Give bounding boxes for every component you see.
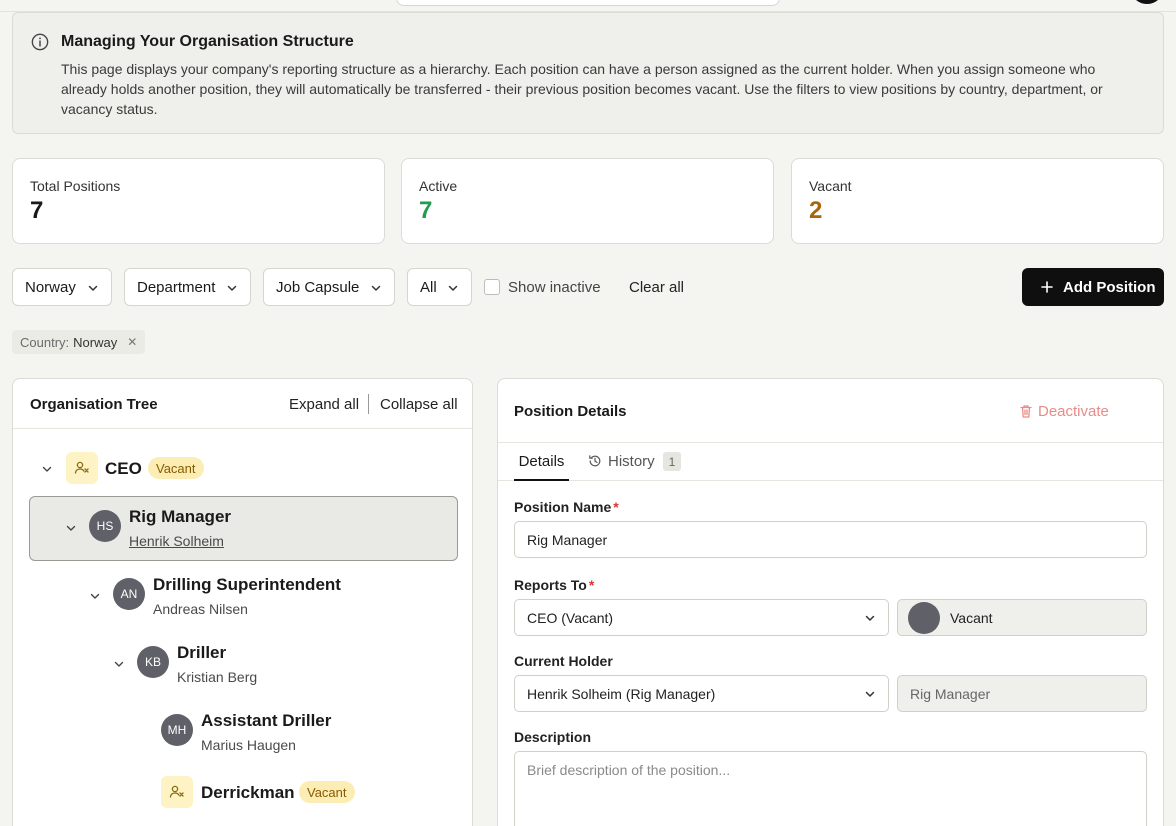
stat-value: 7 xyxy=(30,197,44,224)
trash-icon xyxy=(1020,405,1032,418)
stat-active: Active 7 xyxy=(401,158,774,244)
avatar: KB xyxy=(137,646,169,678)
info-title: Managing Your Organisation Structure xyxy=(61,33,354,50)
organisation-tree-panel: Organisation Tree Expand all Collapse al… xyxy=(12,378,473,826)
current-holder-value: Henrik Solheim (Rig Manager) xyxy=(527,685,716,702)
status-filter[interactable]: All xyxy=(407,268,472,306)
chevron-down-icon[interactable] xyxy=(65,522,77,534)
show-inactive-label[interactable]: Show inactive xyxy=(508,279,601,296)
description-textarea[interactable]: Brief description of the position... xyxy=(514,751,1147,826)
clear-all-button[interactable]: Clear all xyxy=(629,279,684,296)
country-filter[interactable]: Norway xyxy=(12,268,112,306)
collapse-all-button[interactable]: Collapse all xyxy=(380,396,458,413)
current-holder-select[interactable]: Henrik Solheim (Rig Manager) xyxy=(514,675,889,712)
chevron-down-icon xyxy=(227,285,237,291)
reports-to-label: Reports To * xyxy=(514,577,595,593)
node-name: Driller xyxy=(177,643,227,662)
deactivate-label: Deactivate xyxy=(1038,403,1109,420)
global-search-input[interactable] xyxy=(396,0,780,6)
node-name: Drilling Superintendent xyxy=(153,575,341,594)
node-name: Rig Manager xyxy=(129,507,232,526)
chevron-down-icon xyxy=(865,615,875,621)
vacant-badge: Vacant xyxy=(299,781,355,803)
vacant-user-icon xyxy=(161,776,193,808)
history-count-badge: 1 xyxy=(663,452,681,471)
info-banner: Managing Your Organisation Structure Thi… xyxy=(12,12,1164,134)
avatar: AN xyxy=(113,578,145,610)
country-filter-label: Norway xyxy=(25,278,76,296)
plus-icon xyxy=(1041,281,1053,293)
node-holder: Marius Haugen xyxy=(201,737,296,753)
divider xyxy=(368,394,369,414)
chevron-down-icon[interactable] xyxy=(113,658,125,670)
avatar: HS xyxy=(89,510,121,542)
chevron-down-icon[interactable] xyxy=(89,590,101,602)
position-details-panel: Position Details Deactivate Details Hist… xyxy=(497,378,1164,826)
chevron-down-icon xyxy=(865,691,875,697)
department-filter-label: Department xyxy=(137,278,216,296)
user-avatar[interactable] xyxy=(1130,0,1164,4)
department-filter[interactable]: Department xyxy=(124,268,251,306)
details-header: Position Details Deactivate xyxy=(498,379,1163,443)
node-name: Assistant Driller xyxy=(201,711,332,730)
stat-vacant: Vacant 2 xyxy=(791,158,1164,244)
tab-history-label: History xyxy=(608,453,655,470)
job-capsule-filter[interactable]: Job Capsule xyxy=(263,268,395,306)
chevron-down-icon xyxy=(88,285,98,291)
avatar xyxy=(908,601,940,634)
top-bar xyxy=(0,0,1176,12)
active-filter-chip: Country: Norway ✕ xyxy=(12,330,146,354)
avatar: MH xyxy=(161,714,193,746)
stat-label: Total Positions xyxy=(30,178,121,194)
remove-chip-icon[interactable]: ✕ xyxy=(127,335,137,349)
node-holder: Andreas Nilsen xyxy=(153,601,248,617)
details-title: Position Details xyxy=(514,403,627,420)
stat-value: 7 xyxy=(419,197,433,224)
position-name-label: Position Name * xyxy=(514,499,619,515)
stat-label: Vacant xyxy=(809,178,852,194)
reports-to-value: CEO (Vacant) xyxy=(527,609,614,626)
current-holder-label: Current Holder xyxy=(514,653,613,669)
node-name: CEO xyxy=(105,459,142,478)
info-icon xyxy=(31,33,49,51)
node-holder: Kristian Berg xyxy=(177,669,258,685)
vacant-badge: Vacant xyxy=(148,457,204,479)
reports-to-select[interactable]: CEO (Vacant) xyxy=(514,599,889,636)
status-filter-label: All xyxy=(420,278,437,296)
tab-details[interactable]: Details xyxy=(514,443,569,481)
stat-value: 2 xyxy=(809,197,823,224)
stat-label: Active xyxy=(419,178,458,194)
current-holder-position-display: Rig Manager xyxy=(897,675,1147,712)
tree-title: Organisation Tree xyxy=(30,396,158,413)
position-name-input[interactable]: Rig Manager xyxy=(514,521,1147,558)
add-position-button[interactable]: Add Position xyxy=(1022,268,1164,306)
chip-value: Norway xyxy=(73,334,118,350)
vacant-user-icon xyxy=(66,452,98,484)
deactivate-button[interactable]: Deactivate xyxy=(1020,403,1109,420)
details-tabs: Details History 1 xyxy=(498,443,1163,481)
chevron-down-icon xyxy=(371,285,381,291)
info-text: This page displays your company's report… xyxy=(61,61,1103,117)
stat-total-positions: Total Positions 7 xyxy=(12,158,385,244)
chevron-down-icon xyxy=(448,285,458,291)
description-label: Description xyxy=(514,729,592,745)
chevron-down-icon[interactable] xyxy=(41,463,53,475)
show-inactive-checkbox[interactable] xyxy=(484,279,500,295)
tree-header: Organisation Tree Expand all Collapse al… xyxy=(13,379,472,429)
chip-key: Country: xyxy=(20,334,70,350)
position-name-value: Rig Manager xyxy=(527,531,608,548)
current-holder-position-value: Rig Manager xyxy=(910,685,991,702)
job-capsule-filter-label: Job Capsule xyxy=(276,278,360,296)
reports-to-holder-display: Vacant xyxy=(897,599,1147,636)
history-icon xyxy=(589,455,601,467)
expand-all-button[interactable]: Expand all xyxy=(289,396,359,413)
reports-to-holder-value: Vacant xyxy=(950,609,993,626)
node-holder-link[interactable]: Henrik Solheim xyxy=(129,533,224,549)
add-position-label: Add Position xyxy=(1063,279,1156,296)
node-name: Derrickman xyxy=(201,783,295,802)
